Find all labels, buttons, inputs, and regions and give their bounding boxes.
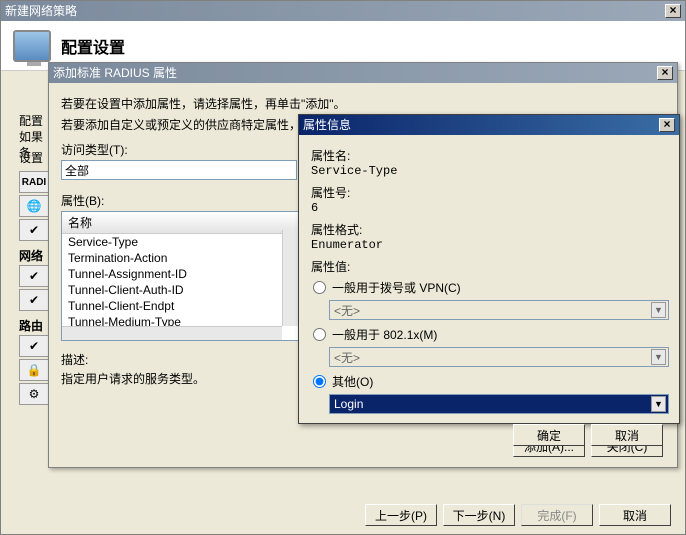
ok-button[interactable]: 确定 (513, 424, 585, 446)
attr-listbox[interactable]: 名称 Service-Type Termination-Action Tunne… (61, 211, 299, 341)
tab-check1[interactable]: ✔ (19, 219, 49, 241)
format-label: 属性格式: (311, 221, 667, 238)
tab-check2[interactable]: ✔ (19, 265, 49, 287)
combo-vpn: <无> ▼ (329, 300, 669, 320)
radio-8021x-input[interactable] (313, 328, 326, 341)
radio-8021x[interactable]: 一般用于 802.1x(M) (311, 326, 667, 343)
side-tabs2: ✔ ✔ (19, 265, 49, 313)
close-icon[interactable]: × (659, 118, 675, 132)
prev-button[interactable]: 上一步(P) (365, 504, 437, 526)
attr-body: 属性名: Service-Type 属性号: 6 属性格式: Enumerato… (299, 135, 679, 454)
monitor-icon (13, 30, 51, 62)
list-item[interactable]: Tunnel-Assignment-ID (62, 266, 298, 282)
main-title: 新建网络策略 (5, 1, 77, 21)
num-label: 属性号: (311, 184, 667, 201)
side-tabs: RADI 🌐 ✔ (19, 171, 49, 243)
tab-lock[interactable]: 🔒 (19, 359, 49, 381)
wizard-buttons: 上一步(P) 下一步(N) 完成(F) 取消 (365, 504, 671, 526)
tab-gear[interactable]: ⚙ (19, 383, 49, 405)
page-title: 配置设置 (61, 34, 125, 58)
radio-vpn[interactable]: 一般用于拨号或 VPN(C) (311, 279, 667, 296)
list-header[interactable]: 名称 (62, 212, 298, 234)
finish-button: 完成(F) (521, 504, 593, 526)
close-icon[interactable]: × (665, 4, 681, 18)
instr1: 若要在设置中添加属性，请选择属性，再单击"添加"。 (61, 95, 665, 112)
radius-titlebar: 添加标准 RADIUS 属性 × (49, 63, 677, 83)
attr-title: 属性信息 (303, 115, 351, 135)
combo-other[interactable]: Login ▼ (329, 394, 669, 414)
tab-radius[interactable]: RADI (19, 171, 49, 193)
radius-title: 添加标准 RADIUS 属性 (53, 63, 177, 83)
cancel-button[interactable]: 取消 (599, 504, 671, 526)
name-value: Service-Type (311, 164, 667, 178)
settings-label: 设置 (19, 149, 43, 166)
chevron-down-icon: ▼ (651, 349, 666, 365)
tab-check4[interactable]: ✔ (19, 335, 49, 357)
next-button[interactable]: 下一步(N) (443, 504, 515, 526)
section-net: 网络 (19, 247, 43, 264)
cancel-button[interactable]: 取消 (591, 424, 663, 446)
attr-titlebar: 属性信息 × (299, 115, 679, 135)
list-item[interactable]: Tunnel-Client-Endpt (62, 298, 298, 314)
radio-vpn-input[interactable] (313, 281, 326, 294)
access-select[interactable]: 全部 (61, 160, 297, 180)
chevron-down-icon: ▼ (651, 302, 666, 318)
name-label: 属性名: (311, 147, 667, 164)
attr-info-dialog: 属性信息 × 属性名: Service-Type 属性号: 6 属性格式: En… (298, 114, 680, 424)
section-route: 路由 (19, 317, 43, 334)
attr-buttons: 确定 取消 (311, 424, 667, 446)
list-item[interactable]: Tunnel-Client-Auth-ID (62, 282, 298, 298)
radio-other-input[interactable] (313, 375, 326, 388)
main-titlebar: 新建网络策略 × (1, 1, 685, 21)
side-tabs3: ✔ 🔒 ⚙ (19, 335, 49, 407)
scrollbar-v[interactable] (282, 230, 298, 326)
close-icon[interactable]: × (657, 66, 673, 80)
chevron-down-icon[interactable]: ▼ (651, 396, 666, 412)
format-value: Enumerator (311, 238, 667, 252)
tab-check3[interactable]: ✔ (19, 289, 49, 311)
radio-other[interactable]: 其他(O) (311, 373, 667, 390)
list-item[interactable]: Service-Type (62, 234, 298, 250)
tab-globe[interactable]: 🌐 (19, 195, 49, 217)
scrollbar-h[interactable] (62, 326, 282, 340)
combo-8021x: <无> ▼ (329, 347, 669, 367)
list-item[interactable]: Termination-Action (62, 250, 298, 266)
list-items: Service-Type Termination-Action Tunnel-A… (62, 234, 298, 330)
value-label: 属性值: (311, 258, 667, 275)
num-value: 6 (311, 201, 667, 215)
